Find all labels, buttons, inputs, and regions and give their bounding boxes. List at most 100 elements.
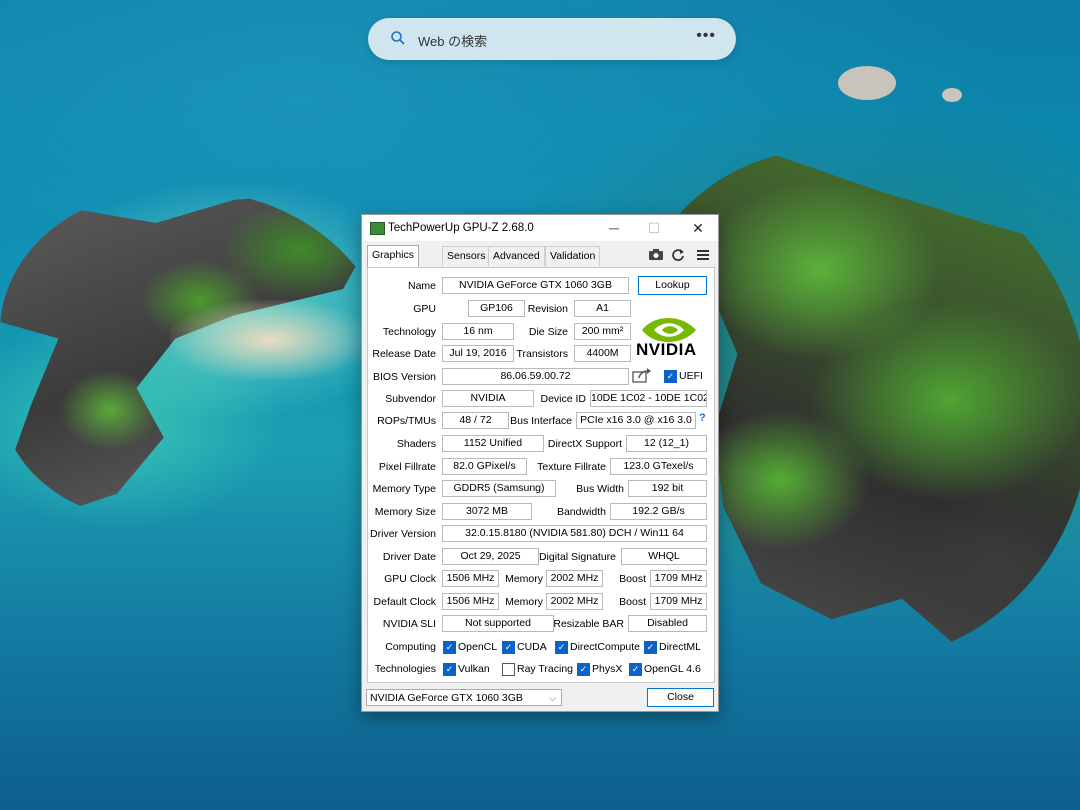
- rops-tmus-field[interactable]: 48 / 72: [442, 412, 509, 429]
- menu-icon[interactable]: [696, 248, 710, 262]
- bus-width-label: Bus Width: [576, 483, 624, 495]
- rops-tmus-label: ROPs/TMUs: [377, 415, 436, 427]
- tab-validation[interactable]: Validation: [545, 246, 601, 266]
- minimize-button[interactable]: ─: [594, 217, 634, 239]
- more-icon[interactable]: •••: [696, 27, 716, 45]
- uefi-checkbox[interactable]: ✓: [664, 370, 677, 383]
- share-icon[interactable]: [632, 367, 652, 383]
- default-clock-field[interactable]: 1506 MHz: [442, 593, 499, 610]
- driver-date-field[interactable]: Oct 29, 2025: [442, 548, 539, 565]
- driver-date-label: Driver Date: [382, 551, 436, 563]
- search-icon: [391, 31, 405, 45]
- texture-fillrate-field[interactable]: 123.0 GTexel/s: [610, 458, 707, 475]
- gpuz-window: TechPowerUp GPU-Z 2.68.0 ─ ☐ ✕ Graphics …: [361, 214, 719, 712]
- uefi-label: UEFI: [679, 370, 703, 382]
- bios-version-label: BIOS Version: [372, 371, 436, 383]
- gpu-memory-clock-field[interactable]: 2002 MHz: [546, 570, 603, 587]
- gpu-select-value: NVIDIA GeForce GTX 1060 3GB: [370, 692, 523, 704]
- pixel-fillrate-label: Pixel Fillrate: [378, 461, 436, 473]
- die-size-label: Die Size: [528, 326, 568, 338]
- gpu-select-dropdown[interactable]: NVIDIA GeForce GTX 1060 3GB ⌵: [366, 689, 562, 706]
- tab-sensors[interactable]: Sensors: [442, 246, 491, 266]
- directx-support-label: DirectX Support: [547, 438, 622, 450]
- bus-width-field[interactable]: 192 bit: [628, 480, 707, 497]
- opengl-label: OpenGL 4.6: [644, 663, 701, 675]
- gpu-clock-label: GPU Clock: [384, 573, 436, 585]
- refresh-icon[interactable]: [671, 248, 685, 262]
- default-boost-field[interactable]: 1709 MHz: [650, 593, 707, 610]
- shaders-field[interactable]: 1152 Unified: [442, 435, 544, 452]
- gpu-memory-clock-label: Memory: [505, 573, 543, 585]
- release-date-label: Release Date: [372, 348, 436, 360]
- nvidia-logo-text: NVIDIA: [636, 340, 697, 359]
- gpu-boost-label: Boost: [619, 573, 646, 585]
- vulkan-checkbox[interactable]: ✓: [443, 663, 456, 676]
- window-title: TechPowerUp GPU-Z 2.68.0: [388, 222, 534, 234]
- vulkan-label: Vulkan: [458, 663, 490, 675]
- shaders-label: Shaders: [396, 438, 436, 450]
- bios-version-field[interactable]: 86.06.59.00.72: [442, 368, 629, 385]
- digital-signature-label: Digital Signature: [538, 551, 616, 563]
- nvidia-sli-label: NVIDIA SLI: [382, 618, 436, 630]
- maximize-button[interactable]: ☐: [634, 217, 674, 239]
- gpu-field[interactable]: GP106: [468, 300, 525, 317]
- bus-interface-label: Bus Interface: [510, 415, 572, 427]
- rock: [942, 88, 962, 102]
- nvidia-sli-field[interactable]: Not supported: [442, 615, 554, 632]
- transistors-field[interactable]: 4400M: [574, 345, 631, 362]
- opencl-label: OpenCL: [458, 641, 498, 653]
- beach: [170, 300, 370, 380]
- opengl-checkbox[interactable]: ✓: [629, 663, 642, 676]
- texture-fillrate-label: Texture Fillrate: [537, 461, 606, 473]
- tab-advanced[interactable]: Advanced: [488, 246, 545, 266]
- lookup-button[interactable]: Lookup: [638, 276, 707, 295]
- title-bar[interactable]: TechPowerUp GPU-Z 2.68.0 ─ ☐ ✕: [362, 215, 718, 241]
- directml-label: DirectML: [659, 641, 702, 653]
- directml-checkbox[interactable]: ✓: [644, 641, 657, 654]
- driver-version-field[interactable]: 32.0.15.8180 (NVIDIA 581.80) DCH / Win11…: [442, 525, 707, 542]
- subvendor-field[interactable]: NVIDIA: [442, 390, 534, 407]
- digital-signature-field[interactable]: WHQL: [621, 548, 707, 565]
- gpu-clock-field[interactable]: 1506 MHz: [442, 570, 499, 587]
- ray-tracing-checkbox[interactable]: ✓: [502, 663, 515, 676]
- tab-graphics-card[interactable]: Graphics Card: [367, 245, 420, 280]
- transistors-label: Transistors: [516, 348, 568, 360]
- pixel-fillrate-field[interactable]: 82.0 GPixel/s: [442, 458, 527, 475]
- memory-size-label: Memory Size: [374, 506, 436, 518]
- computing-label: Computing: [385, 641, 436, 653]
- gpu-boost-field[interactable]: 1709 MHz: [650, 570, 707, 587]
- revision-field[interactable]: A1: [574, 300, 631, 317]
- directcompute-label: DirectCompute: [570, 641, 641, 653]
- device-id-field[interactable]: 10DE 1C02 - 10DE 1C02: [590, 390, 707, 407]
- default-boost-label: Boost: [619, 596, 646, 608]
- memory-type-field[interactable]: GDDR5 (Samsung): [442, 480, 556, 497]
- directcompute-checkbox[interactable]: ✓: [555, 641, 568, 654]
- close-window-button[interactable]: ✕: [678, 217, 718, 239]
- release-date-field[interactable]: Jul 19, 2016: [442, 345, 514, 362]
- driver-version-label: Driver Version: [370, 528, 436, 540]
- cuda-checkbox[interactable]: ✓: [502, 641, 515, 654]
- camera-icon[interactable]: [648, 248, 664, 262]
- resizable-bar-field[interactable]: Disabled: [628, 615, 707, 632]
- opencl-checkbox[interactable]: ✓: [443, 641, 456, 654]
- ray-tracing-label: Ray Tracing: [517, 663, 574, 675]
- rock: [838, 66, 896, 100]
- close-button[interactable]: Close: [647, 688, 714, 707]
- help-icon[interactable]: ?: [699, 412, 706, 424]
- physx-label: PhysX: [592, 663, 623, 675]
- subvendor-label: Subvendor: [385, 393, 436, 405]
- name-field[interactable]: NVIDIA GeForce GTX 1060 3GB: [442, 277, 629, 294]
- technologies-label: Technologies: [374, 663, 436, 675]
- technology-field[interactable]: 16 nm: [442, 323, 514, 340]
- bandwidth-field[interactable]: 192.2 GB/s: [610, 503, 707, 520]
- directx-support-field[interactable]: 12 (12_1): [626, 435, 707, 452]
- default-memory-clock-field[interactable]: 2002 MHz: [546, 593, 603, 610]
- physx-checkbox[interactable]: ✓: [577, 663, 590, 676]
- memory-size-field[interactable]: 3072 MB: [442, 503, 532, 520]
- desktop-search-bar[interactable]: Web の検索 •••: [368, 18, 736, 60]
- default-clock-label: Default Clock: [373, 596, 436, 608]
- name-label: Name: [407, 280, 436, 292]
- bus-interface-field[interactable]: PCIe x16 3.0 @ x16 3.0: [576, 412, 696, 429]
- device-id-label: Device ID: [540, 393, 586, 405]
- die-size-field[interactable]: 200 mm²: [574, 323, 631, 340]
